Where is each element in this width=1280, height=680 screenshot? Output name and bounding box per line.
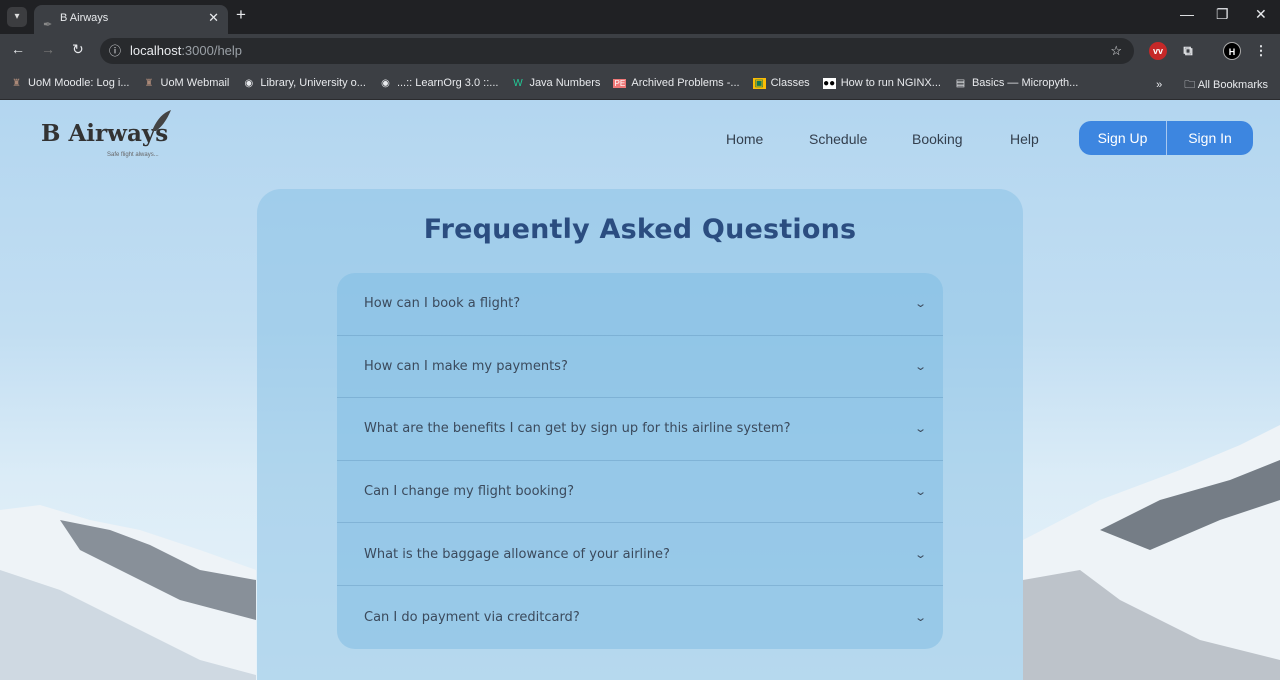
classroom-icon: ▣ [752,77,766,89]
menu-icon[interactable]: ⋮ [1252,42,1270,60]
bookmark-6[interactable]: ▣ Classes [752,77,810,89]
bookmark-label: Basics — Micropyth... [971,77,1079,89]
all-bookmarks-label: All Bookmarks [1197,79,1268,91]
faq-question: How can I book a flight? [364,296,521,312]
faq-item[interactable]: How can I book a flight? ⌄ [337,273,943,336]
tab-title: B Airways [60,12,109,24]
bookmark-5[interactable]: PE Archived Problems -... [613,77,740,89]
page-title: Frequently Asked Questions [423,214,857,245]
faq-item[interactable]: Can I do payment via creditcard? ⌄ [337,586,943,649]
nav-booking[interactable]: Booking [912,131,963,147]
more-bookmarks-icon[interactable]: » [1156,79,1162,91]
medium-icon: ●● [822,77,836,89]
chevron-down-icon: ⌄ [913,359,927,373]
faq-item[interactable]: Can I change my flight booking? ⌄ [337,461,943,524]
crest-icon: ♜ [144,77,154,89]
faq-item[interactable]: How can I make my payments? ⌄ [337,336,943,399]
folder-icon: 🗀 [1184,79,1196,91]
chevron-down-icon: ⌄ [913,547,927,561]
bookmark-2[interactable]: ◉ Library, University o... [242,77,366,89]
faq-item[interactable]: What is the baggage allowance of your ai… [337,523,943,586]
bookmark-8[interactable]: ▤ Basics — Micropyth... [954,77,1079,89]
bookmark-7[interactable]: ●● How to run NGINX... [822,77,941,89]
nav-help[interactable]: Help [1010,131,1039,147]
all-bookmarks[interactable]: » 🗀 All Bookmarks [1156,76,1268,95]
bookmark-label: Classes [770,77,810,89]
profile-avatar[interactable]: H [1223,42,1241,60]
bookmark-1[interactable]: ♜ UoM Webmail [143,77,230,89]
close-window-button[interactable]: ✕ [1255,6,1267,23]
nav-home[interactable]: Home [726,131,763,147]
nav-schedule[interactable]: Schedule [809,131,867,147]
sign-in-button[interactable]: Sign In [1166,121,1253,155]
back-button[interactable]: ← [11,41,25,57]
bookmark-label: UoM Moodle: Log i... [28,77,130,89]
wing-icon [152,110,171,131]
tab-bar: ▾ ✒ B Airways ✕ + — ❐ ✕ [0,0,1280,34]
tab-b-airways[interactable]: ✒ B Airways ✕ [34,5,228,34]
bookmark-label: UoM Webmail [160,77,230,89]
faq-accordion: How can I book a flight? ⌄ How can I make… [337,273,943,649]
bookmark-label: Archived Problems -... [631,77,740,89]
browser-toolbar: ← → ↻ ⓘ localhost:3000/help ☆ vv ⧉ H ⋮ [0,34,1280,67]
crest-icon: ♜ [12,77,21,89]
reload-button[interactable]: ↻ [72,41,84,58]
tab-search-button[interactable]: ▾ [7,7,27,27]
pe-icon: PE [613,78,627,88]
faq-question: Can I do payment via creditcard? [364,609,580,625]
bookmarks-bar: ♜ UoM Moodle: Log i... ♜ UoM Webmail ◉ Libr… [0,67,1280,100]
bookmark-star-icon[interactable]: ☆ [1110,38,1122,64]
tagline: Safe flight always... [107,152,159,158]
site-info-icon[interactable]: ⓘ [109,38,121,64]
extension-vv-icon[interactable]: vv [1149,42,1167,60]
faq-question: How can I make my payments? [364,358,568,374]
bookmark-label: How to run NGINX... [840,77,941,89]
maximize-button[interactable]: ❐ [1216,6,1229,23]
globe-icon: ◉ [381,77,390,89]
w-icon: W [513,77,523,89]
faq-question: What is the baggage allowance of your ai… [364,546,670,562]
page: B Airways Safe flight always... Home Sch… [0,100,1280,680]
bookmark-4[interactable]: W Java Numbers [511,77,600,89]
close-tab-icon[interactable]: ✕ [208,5,219,31]
faq-question: What are the benefits I can get by sign … [364,421,791,437]
faq-question: Can I change my flight booking? [364,484,575,500]
minimize-button[interactable]: — [1180,6,1194,22]
bookmark-label: Library, University o... [260,77,366,89]
forward-button[interactable]: → [41,41,55,57]
sign-up-button[interactable]: Sign Up [1079,121,1166,155]
chevron-down-icon: ⌄ [913,297,927,311]
bookmark-label: ...:: LearnOrg 3.0 ::... [396,77,499,89]
extensions-icon[interactable]: ⧉ [1179,42,1197,60]
address-bar[interactable]: ⓘ localhost:3000/help ☆ [100,38,1134,64]
url-host: localhost [130,43,182,58]
bookmark-label: Java Numbers [529,77,601,89]
url-path: :3000/help [181,43,243,58]
doc-icon: ▤ [955,77,966,89]
chevron-down-icon: ⌄ [913,422,927,436]
new-tab-button[interactable]: + [236,5,246,25]
bookmark-0[interactable]: ♜ UoM Moodle: Log i... [10,77,130,89]
faq-panel: Frequently Asked Questions How can I boo… [257,189,1023,680]
chevron-down-icon: ⌄ [913,485,927,499]
chevron-down-icon: ⌄ [913,610,927,624]
bookmark-3[interactable]: ◉ ...:: LearnOrg 3.0 ::... [379,77,499,89]
faq-item[interactable]: What are the benefits I can get by sign … [337,398,943,461]
globe-icon: ◉ [244,77,254,89]
